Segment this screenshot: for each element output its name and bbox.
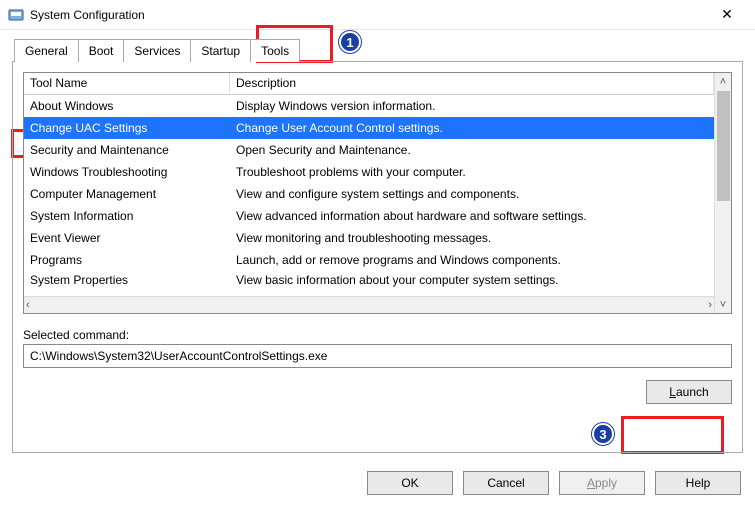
selected-command-label: Selected command: <box>23 328 732 342</box>
titlebar: System Configuration ✕ <box>0 0 755 30</box>
tab-strip: General Boot Services Startup Tools <box>14 38 743 61</box>
scrollbar-thumb[interactable] <box>717 91 730 201</box>
close-button[interactable]: ✕ <box>707 1 747 29</box>
vertical-scrollbar[interactable]: ˄ ˅ <box>714 73 731 313</box>
tab-startup[interactable]: Startup <box>190 39 251 62</box>
table-row[interactable]: Security and Maintenance Open Security a… <box>24 139 714 161</box>
selected-command-input[interactable] <box>23 344 732 368</box>
window-title: System Configuration <box>30 8 707 22</box>
apply-button: Apply <box>559 471 645 495</box>
launch-button[interactable]: Launch <box>646 380 732 404</box>
tools-list-rows: About Windows Display Windows version in… <box>24 95 714 296</box>
table-row[interactable]: System Information View advanced informa… <box>24 205 714 227</box>
tab-services[interactable]: Services <box>123 39 191 62</box>
tab-boot[interactable]: Boot <box>78 39 125 62</box>
scroll-right-icon: › <box>708 299 712 311</box>
column-header-tool-name[interactable]: Tool Name <box>24 73 230 94</box>
table-row[interactable]: Event Viewer View monitoring and trouble… <box>24 227 714 249</box>
tools-list-headers: Tool Name Description <box>24 73 714 95</box>
client-area: General Boot Services Startup Tools Tool… <box>0 30 755 461</box>
tools-list: Tool Name Description About Windows Disp… <box>23 72 732 314</box>
table-row[interactable]: Programs Launch, add or remove programs … <box>24 249 714 271</box>
table-row[interactable]: About Windows Display Windows version in… <box>24 95 714 117</box>
ok-button[interactable]: OK <box>367 471 453 495</box>
tab-panel-tools: Tool Name Description About Windows Disp… <box>12 61 743 453</box>
tab-tools[interactable]: Tools <box>250 39 300 62</box>
tab-general[interactable]: General <box>14 39 79 62</box>
column-header-description[interactable]: Description <box>230 73 714 94</box>
help-button[interactable]: Help <box>655 471 741 495</box>
scroll-down-icon: ˅ <box>715 296 731 313</box>
table-row[interactable]: System Properties View basic information… <box>24 271 714 289</box>
table-row[interactable]: Computer Management View and configure s… <box>24 183 714 205</box>
system-configuration-window: System Configuration ✕ General Boot Serv… <box>0 0 755 507</box>
table-row[interactable]: Windows Troubleshooting Troubleshoot pro… <box>24 161 714 183</box>
scroll-up-icon: ˄ <box>715 73 731 90</box>
close-icon: ✕ <box>721 6 733 23</box>
scroll-left-icon: ‹ <box>26 299 30 311</box>
horizontal-scrollbar[interactable]: ‹ › <box>24 296 714 313</box>
table-row[interactable]: Change UAC Settings Change User Account … <box>24 117 714 139</box>
app-icon <box>8 7 24 23</box>
cancel-button[interactable]: Cancel <box>463 471 549 495</box>
dialog-buttons: OK Cancel Apply Help <box>0 461 755 507</box>
